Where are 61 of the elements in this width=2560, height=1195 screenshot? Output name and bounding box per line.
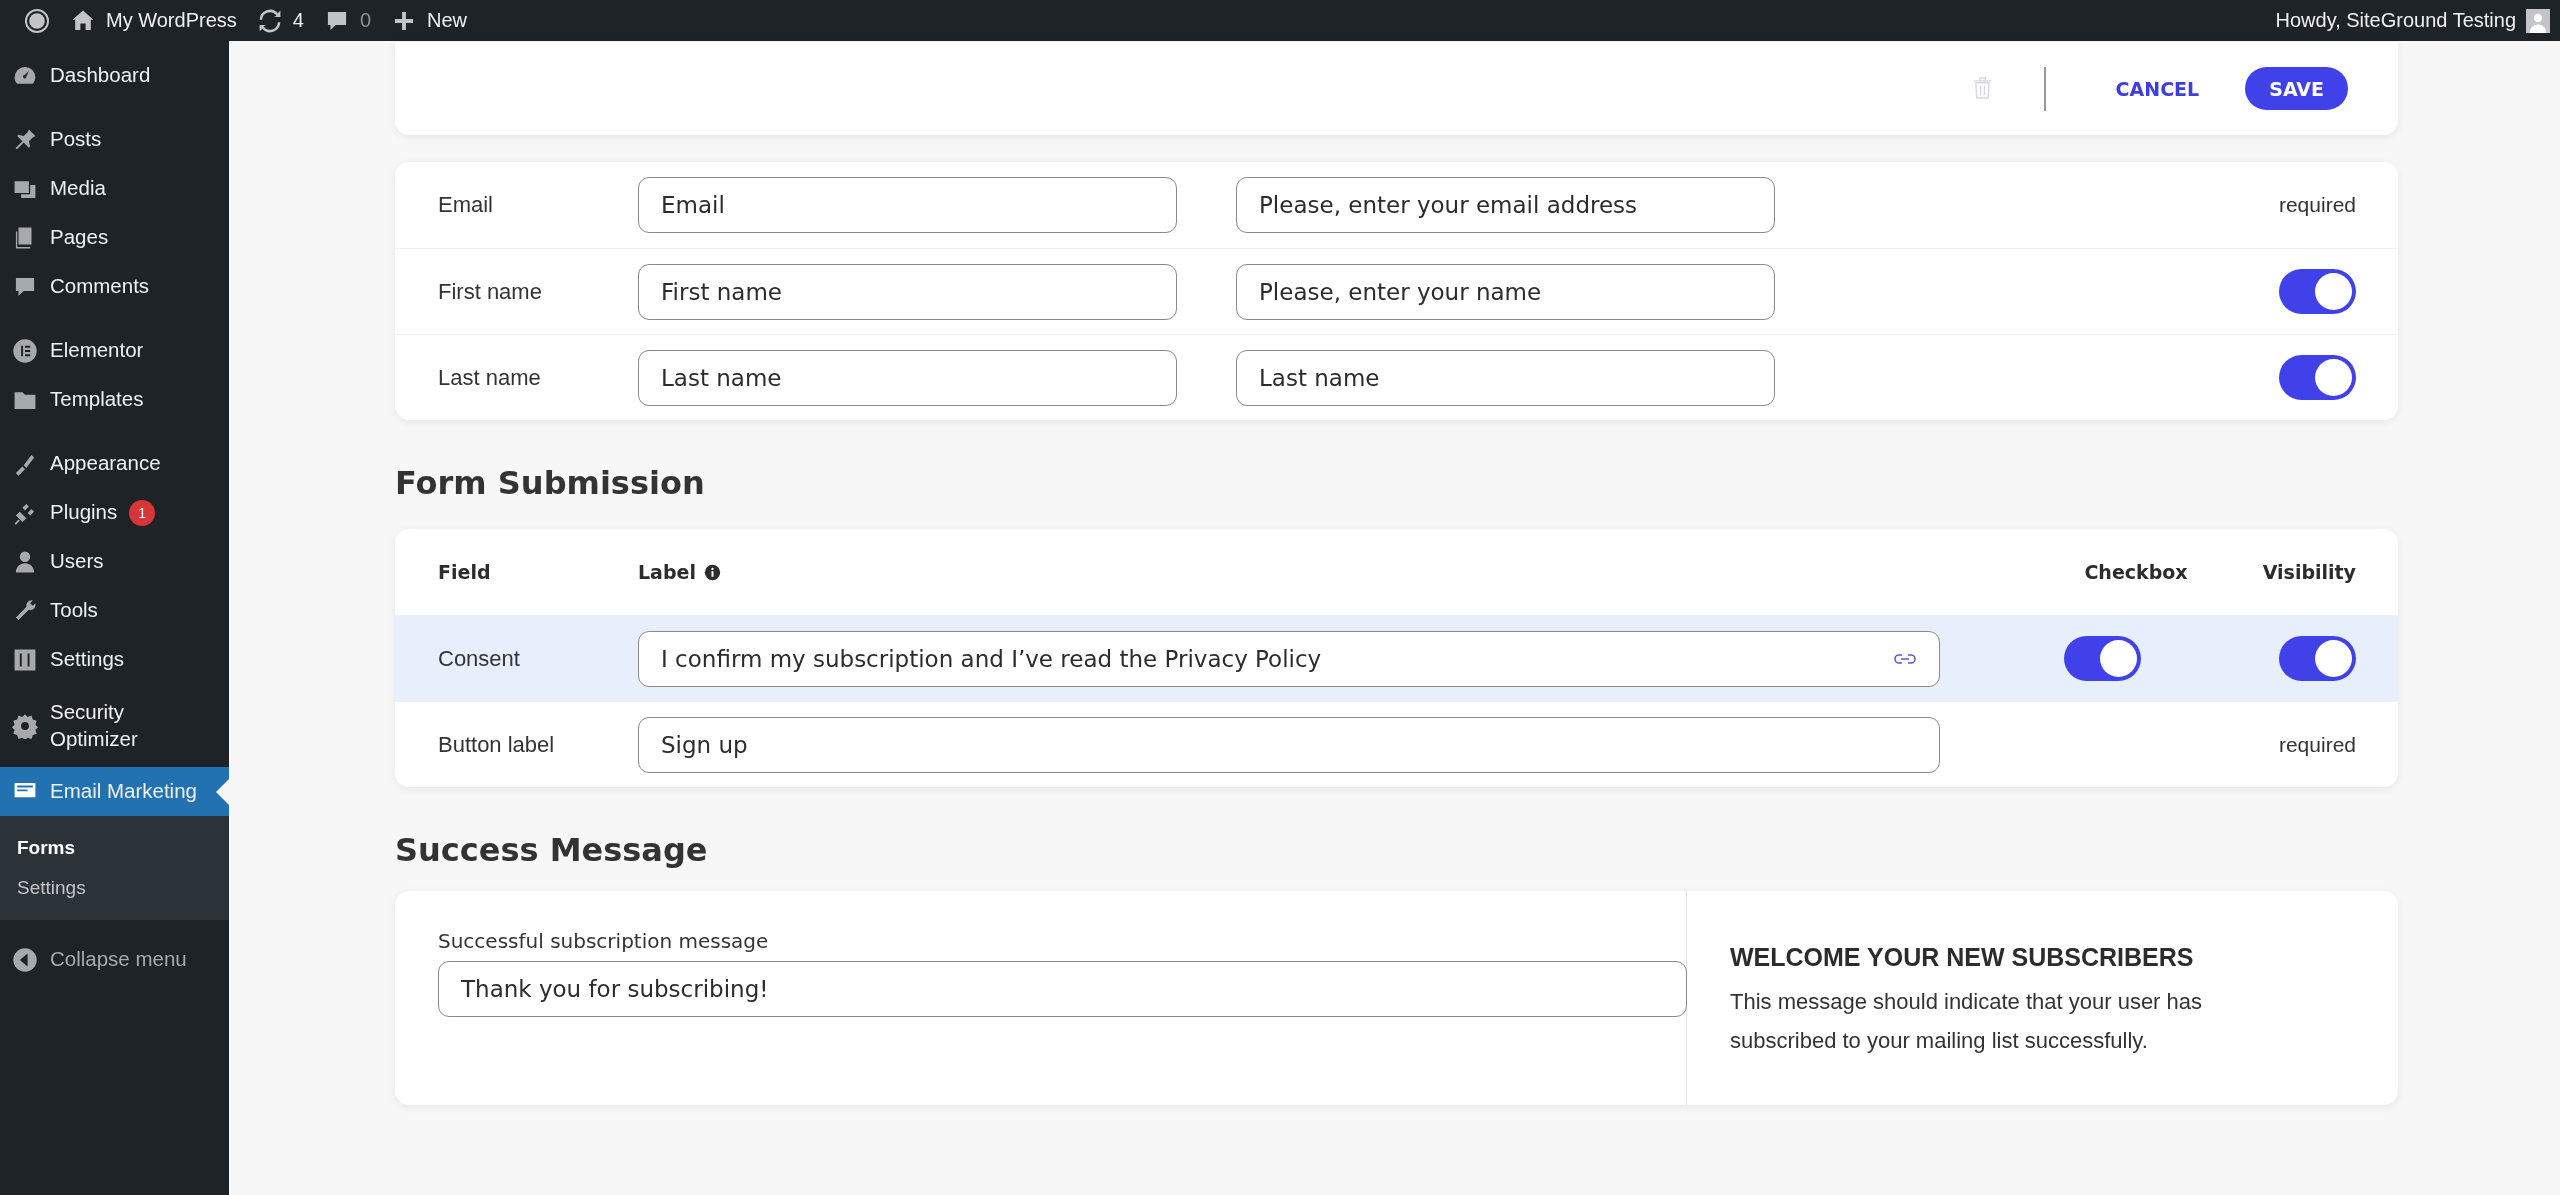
field-name: Last name bbox=[438, 364, 542, 391]
message-input-field[interactable]: Please, enter your name bbox=[1236, 263, 1775, 320]
comments-count[interactable]: 0 bbox=[359, 9, 371, 32]
update-badge: 1 bbox=[129, 499, 156, 526]
tip-text: This message should indicate that your user has subscribed to your mailing list successfully. bbox=[1730, 988, 2204, 1055]
field-label: Successful subscription message bbox=[438, 929, 770, 953]
menu-item[interactable]: Tools bbox=[0, 586, 229, 635]
required-text: required bbox=[2278, 193, 2356, 217]
menu-item[interactable]: Comments bbox=[0, 262, 229, 311]
collapse-menu-button[interactable]: Collapse menu bbox=[0, 935, 229, 985]
message-input-field[interactable]: Thank you for subscribing! bbox=[438, 961, 1687, 1017]
greeting-link[interactable]: Howdy, SiteGround Testing bbox=[2275, 9, 2516, 32]
column-header: Checkbox bbox=[2083, 561, 2189, 583]
gear-icon bbox=[12, 712, 38, 739]
menu-item[interactable]: Pages bbox=[0, 213, 229, 262]
menu-item[interactable]: Dashboard bbox=[0, 51, 229, 100]
tip-title: WELCOME YOUR NEW SUBSCRIBERS bbox=[1730, 943, 2194, 971]
submenu-item[interactable]: Settings bbox=[0, 868, 229, 909]
section-heading: Success Message bbox=[395, 831, 709, 869]
column-header: Field bbox=[438, 561, 492, 583]
column-header: Visibility bbox=[2261, 561, 2356, 583]
label-input-field[interactable]: First name bbox=[638, 263, 1177, 320]
save-button[interactable]: SAVE bbox=[2245, 67, 2348, 110]
field-name: Email bbox=[438, 192, 494, 218]
field-name: Button label bbox=[438, 731, 556, 758]
visibility-toggle[interactable] bbox=[2279, 636, 2356, 681]
column-header: Label bbox=[638, 561, 696, 583]
menu-item[interactable]: Templates bbox=[0, 375, 229, 424]
menu-item[interactable]: Plugins 1 bbox=[0, 488, 229, 537]
menu-item[interactable]: Appearance bbox=[0, 439, 229, 488]
checkbox-toggle[interactable] bbox=[2063, 636, 2141, 681]
submenu-item[interactable]: Forms bbox=[0, 828, 229, 869]
menu-item[interactable]: Security Optimizer bbox=[0, 699, 229, 753]
info-icon[interactable] bbox=[703, 563, 721, 581]
label-input-field[interactable]: Last name bbox=[638, 349, 1177, 406]
field-name: First name bbox=[438, 278, 543, 305]
message-input-field[interactable]: Last name bbox=[1236, 349, 1775, 406]
collapse-icon bbox=[12, 946, 38, 973]
message-input-field[interactable]: Please, enter your email address bbox=[1236, 177, 1775, 233]
circle-e-icon bbox=[12, 337, 38, 364]
avatar-icon[interactable] bbox=[2526, 8, 2550, 33]
field-name: Consent bbox=[438, 645, 521, 672]
menu-item[interactable]: Users bbox=[0, 537, 229, 586]
section-heading: Form Submission bbox=[395, 464, 706, 502]
menu-item[interactable]: Posts bbox=[0, 115, 229, 164]
menu-item[interactable]: Elementor bbox=[0, 326, 229, 375]
updates-count[interactable]: 4 bbox=[292, 9, 304, 32]
site-name-link[interactable]: My WordPress bbox=[106, 9, 237, 32]
label-input-field[interactable]: Sign up bbox=[638, 716, 1940, 773]
label-input-field[interactable]: Email bbox=[638, 177, 1177, 233]
menu-item[interactable]: Email Marketing bbox=[0, 767, 229, 817]
visibility-toggle[interactable] bbox=[2279, 269, 2356, 314]
link-icon[interactable] bbox=[1893, 652, 1917, 665]
visibility-toggle[interactable] bbox=[2279, 355, 2356, 400]
label-input-field[interactable]: I confirm my subscription and I’ve read the Privacy Policy bbox=[638, 630, 1940, 687]
new-link[interactable]: New bbox=[427, 9, 468, 32]
logo-icon[interactable] bbox=[24, 7, 50, 34]
required-text: required bbox=[2278, 732, 2356, 757]
menu-item[interactable]: Settings bbox=[0, 635, 229, 684]
menu-item[interactable]: Media bbox=[0, 164, 229, 213]
cancel-button[interactable]: CANCEL bbox=[2095, 67, 2220, 110]
